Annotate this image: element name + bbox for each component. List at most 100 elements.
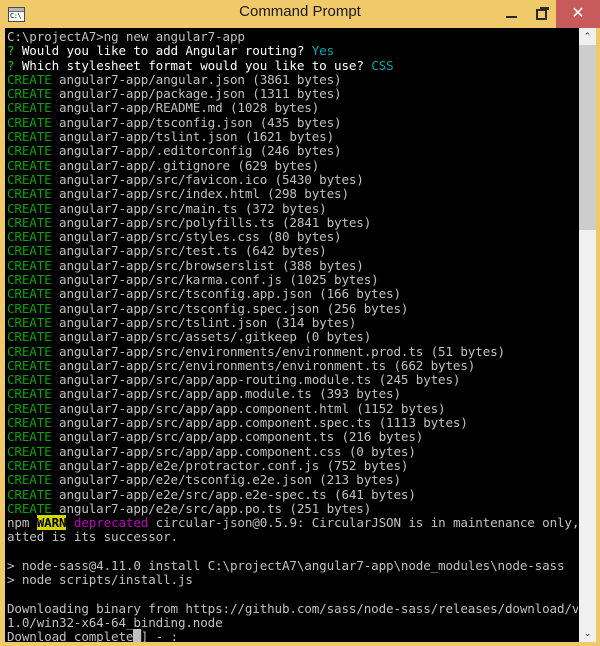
scrollbar-thumb[interactable] [579,45,596,230]
console-text: atted is its successor. [7,529,178,545]
console-line: CREATE angular7-app/src/test.ts (642 byt… [7,244,578,258]
console-text: CREATE [7,415,52,431]
console-text: ] - : [140,629,178,642]
console-text: CREATE [7,100,52,116]
console-text: CREATE [7,500,52,516]
console-text: angular7-app/src/index.html (298 bytes) [51,186,349,202]
console-text: npm [7,515,37,531]
maximize-button[interactable] [526,0,556,28]
console-line: atted is its successor. [7,530,578,544]
console-text: CREATE [7,472,52,488]
console-text: angular7-app/e2e/protractor.conf.js (752… [51,457,409,473]
console-text: > node-sass@4.11.0 install C:\projectA7\… [7,557,565,573]
console-text: CREATE [7,429,52,445]
console-line: CREATE angular7-app/src/app/app.componen… [7,443,578,459]
console-text: CREATE [7,129,52,145]
vertical-scrollbar[interactable]: ⌃ ⌄ [578,28,596,642]
console-area: C:\projectA7>ng new angular7-app? Would … [5,28,596,642]
console-text: CREATE [7,286,52,302]
console-line: 1.0/win32-x64-64_binding.node [7,616,578,630]
console-text: Downloading binary from https://github.c… [7,600,578,616]
console-text: deprecated [73,515,149,531]
console-text: angular7-app/src/app/app-routing.module.… [51,372,461,388]
scroll-down-button[interactable]: ⌄ [579,625,596,642]
title-bar[interactable]: C:\ Command Prompt ✕ [0,0,600,28]
console-line: CREATE angular7-app/src/environments/env… [7,344,578,359]
console-line: CREATE angular7-app/e2e/tsconfig.e2e.jso… [7,473,578,487]
console-text: CREATE [7,272,52,288]
console-text: angular7-app/tsconfig.json (435 bytes) [51,114,342,130]
console-text: angular7-app/src/app/app.module.ts (393 … [51,386,401,402]
console-icon: C:\ [8,6,25,22]
console-text: angular7-app/src/karma.conf.js (1025 byt… [51,272,379,288]
console-line: CREATE angular7-app/src/app/app.componen… [7,430,578,444]
console-text: CREATE [7,214,52,230]
console-text: angular7-app/src/environments/environmen… [51,357,476,373]
console-text: angular7-app/src/app/app.component.html … [51,400,446,416]
console-text: angular7-app/README.md (1028 bytes) [51,100,320,116]
console-text: angular7-app/src/tsconfig.spec.json (256… [51,300,409,316]
console-output[interactable]: C:\projectA7>ng new angular7-app? Would … [5,28,578,642]
console-text: angular7-app/tslint.json (1621 bytes) [51,129,335,145]
console-text: WARN [36,515,67,531]
console-text: angular7-app/src/app/app.component.ts (2… [51,429,424,445]
console-line: CREATE angular7-app/.editorconfig (246 b… [7,144,578,158]
console-line: CREATE angular7-app/src/styles.css (80 b… [7,230,578,244]
console-line: CREATE angular7-app/src/tsconfig.app.jso… [7,287,578,301]
console-line: CREATE angular7-app/src/favicon.ico (543… [7,171,578,187]
close-icon: ✕ [571,5,585,22]
console-text: angular7-app/src/favicon.ico (5430 bytes… [51,171,364,187]
console-text: CREATE [7,400,52,416]
console-line: CREATE angular7-app/src/environments/env… [7,357,578,373]
console-text: angular7-app/src/tsconfig.app.json (166 … [51,286,401,302]
console-line: CREATE angular7-app/e2e/src/app.po.ts (2… [7,500,578,516]
console-text: CREATE [7,243,52,259]
console-line: CREATE angular7-app/src/main.ts (372 byt… [7,200,578,216]
console-line: CREATE angular7-app/tsconfig.json (435 b… [7,114,578,130]
console-text: CREATE [7,143,52,159]
console-text: 1.0/win32-x64-64_binding.node [7,615,223,631]
console-text: CREATE [7,486,52,502]
console-line: C:\projectA7>ng new angular7-app [7,29,578,44]
maximize-icon [535,6,549,20]
console-text: CREATE [7,229,52,245]
console-text: C:\projectA7>ng new angular7-app [7,29,245,44]
console-text: angular7-app/src/main.ts (372 bytes) [51,200,327,216]
console-text: CREATE [7,457,52,473]
console-line: CREATE angular7-app/tslint.json (1621 by… [7,129,578,145]
console-text: angular7-app/e2e/src/app.po.ts (251 byte… [51,500,372,516]
console-line: CREATE angular7-app/src/index.html (298 … [7,187,578,201]
console-text: angular7-app/src/styles.css (80 bytes) [51,229,342,245]
scroll-up-button[interactable]: ⌃ [579,28,596,45]
window-controls: ✕ [496,0,600,28]
console-text: CREATE [7,357,52,373]
close-button[interactable]: ✕ [556,0,600,28]
console-line: CREATE angular7-app/e2e/src/app.e2e-spec… [7,486,578,502]
console-text: CREATE [7,372,52,388]
console-text: angular7-app/src/app/app.component.css (… [51,443,416,459]
console-text: circular-json@0.5.9: CircularJSON is in … [148,515,578,531]
console-text: > node scripts/install.js [7,572,193,588]
console-text: █ [133,629,141,642]
console-text: angular7-app/angular.json (3861 bytes) [51,71,342,87]
console-text: Which stylesheet format would you like t… [14,57,372,73]
console-line: CREATE angular7-app/src/tslint.json (314… [7,314,578,330]
console-line: CREATE angular7-app/README.md (1028 byte… [7,101,578,115]
console-text: CREATE [7,171,52,187]
console-text: angular7-app/src/tslint.json (314 bytes) [51,314,357,330]
console-line: CREATE angular7-app/src/browserslist (38… [7,258,578,273]
console-text: CREATE [7,443,52,459]
minimize-button[interactable] [496,0,526,28]
console-text: CREATE [7,186,52,202]
console-line: ? Would you like to add Angular routing?… [7,44,578,58]
console-line: CREATE angular7-app/angular.json (3861 b… [7,71,578,87]
console-line: ? Which stylesheet format would you like… [7,57,578,73]
scrollbar-track[interactable] [579,45,596,625]
console-line: CREATE angular7-app/src/app/app.module.t… [7,387,578,401]
console-text: CREATE [7,200,52,216]
console-text: CREATE [7,114,52,130]
console-text: Yes [311,43,335,59]
console-line: CREATE angular7-app/e2e/protractor.conf.… [7,457,578,473]
